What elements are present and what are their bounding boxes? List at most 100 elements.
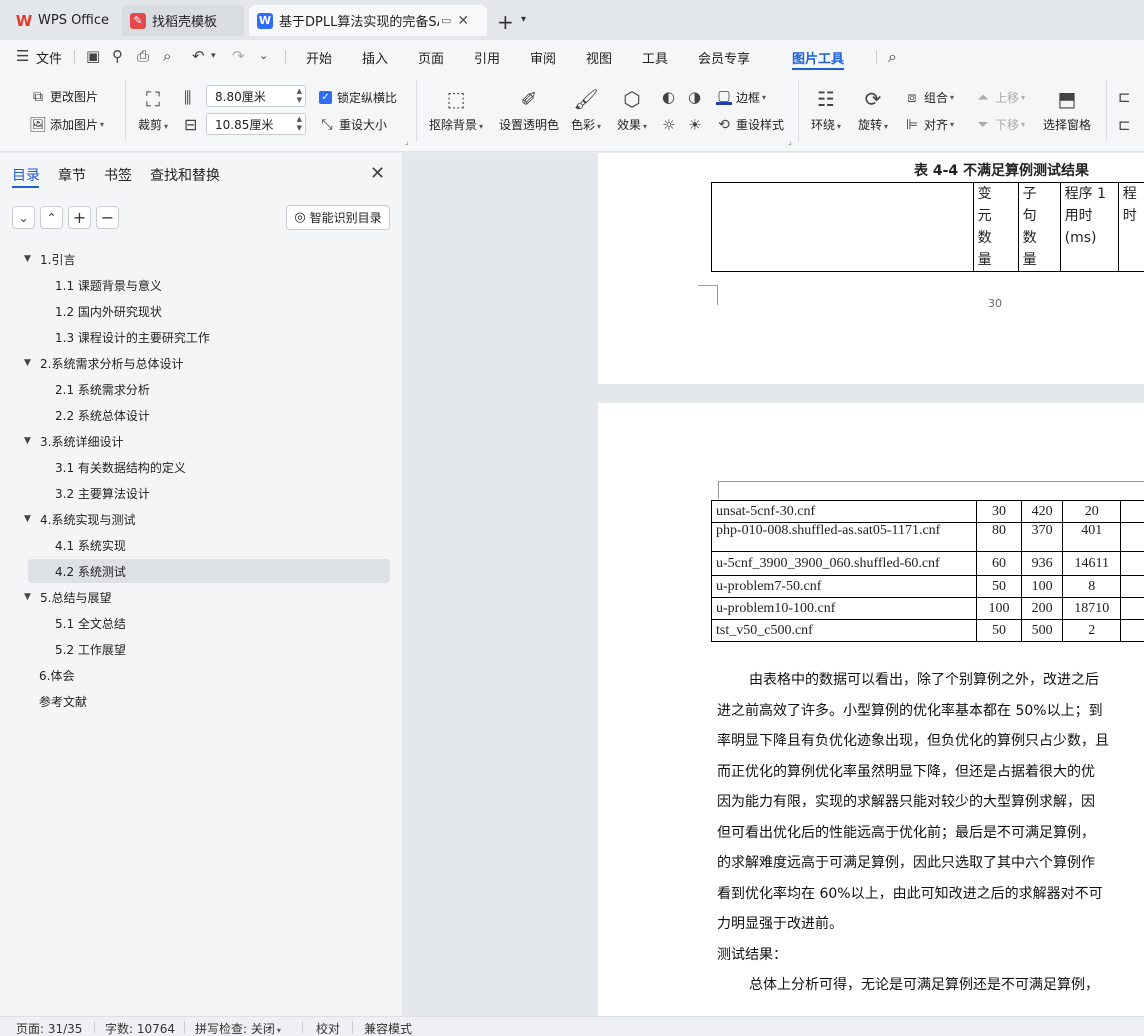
smart-toc-button[interactable]: ◎ 智能识别目录: [286, 205, 390, 230]
toc-item[interactable]: 1.3 课程设计的主要研究工作: [0, 325, 403, 349]
toc-item[interactable]: ▼ 4.系统实现与测试: [0, 507, 403, 531]
toc-item[interactable]: 2.1 系统需求分析: [0, 377, 403, 401]
toc-item[interactable]: 3.1 有关数据结构的定义: [0, 455, 403, 479]
save-icon[interactable]: ▣: [86, 47, 100, 65]
close-tab-icon[interactable]: ✕: [457, 13, 469, 29]
menu-references[interactable]: 引用: [474, 48, 500, 67]
toc-item-label: 1.1 课题背景与意义: [55, 278, 162, 293]
chevron-down-icon[interactable]: ▾: [211, 51, 216, 61]
chevron-down-icon[interactable]: ⌄: [259, 49, 268, 62]
brightness-down-icon[interactable]: ☀: [688, 116, 701, 134]
group-button[interactable]: ⧈ 组合 ▾: [904, 89, 954, 106]
lock-ratio-checkbox[interactable]: ✓ 锁定纵横比: [319, 89, 397, 106]
more-tools-icon[interactable]: ⊏: [1118, 88, 1131, 106]
title-bar: W WPS Office ✎ 找稻壳模板 W 基于DPLL算法实现的完备SAT …: [0, 0, 1144, 40]
menu-page[interactable]: 页面: [418, 48, 444, 67]
proofread-button[interactable]: 校对: [316, 1020, 340, 1036]
expand-triangle-icon[interactable]: ▼: [24, 254, 34, 264]
spinner-arrows-icon[interactable]: ▲ ▼: [297, 87, 302, 105]
color-button[interactable]: 🖌 色彩 ▾: [571, 86, 601, 133]
toc-item[interactable]: 4.1 系统实现: [0, 533, 403, 557]
wrap-text-icon: ☷: [817, 87, 835, 111]
chevron-down-icon[interactable]: ▾: [521, 14, 526, 25]
remove-heading-button[interactable]: −: [96, 206, 119, 229]
search-icon[interactable]: ⌕: [888, 47, 897, 67]
width-input[interactable]: 8.80厘米 ▲ ▼: [206, 85, 306, 107]
contrast-up-icon[interactable]: ◐: [662, 88, 675, 106]
toc-item[interactable]: 3.2 主要算法设计: [0, 481, 403, 505]
expand-group-icon[interactable]: ⌟: [405, 137, 409, 146]
word-count[interactable]: 字数: 10764: [105, 1020, 175, 1036]
toc-item[interactable]: 5.1 全文总结: [0, 611, 403, 635]
toc-item[interactable]: ▼ 5.总结与展望: [0, 585, 403, 609]
set-transparent-button[interactable]: ✐ 设置透明色: [499, 86, 559, 133]
tab-bookmarks[interactable]: 书签: [104, 165, 132, 185]
height-input[interactable]: 10.85厘米 ▲ ▼: [206, 113, 306, 135]
toc-item[interactable]: ▼ 1.引言: [0, 247, 403, 271]
chevron-up-icon: ⌃: [46, 210, 57, 225]
expand-triangle-icon[interactable]: ▼: [24, 436, 34, 446]
menu-member[interactable]: 会员专享: [698, 48, 750, 67]
toc-item[interactable]: 2.2 系统总体设计: [0, 403, 403, 427]
add-image-button[interactable]: 🖼 添加图片 ▾: [29, 116, 104, 133]
remove-background-button[interactable]: ⬚ 抠除背景 ▾: [429, 86, 483, 133]
move-up-button[interactable]: ⏶ 上移 ▾: [975, 89, 1025, 106]
menu-view[interactable]: 视图: [586, 48, 612, 67]
menu-review[interactable]: 审阅: [530, 48, 556, 67]
menu-home[interactable]: 开始: [306, 48, 332, 67]
print-preview-icon[interactable]: ⌕: [163, 47, 171, 65]
new-tab-button[interactable]: +: [497, 10, 514, 34]
expand-triangle-icon[interactable]: ▼: [24, 358, 34, 368]
wrap-button[interactable]: ☷ 环绕 ▾: [811, 86, 841, 133]
expand-group-icon[interactable]: ⌟: [788, 137, 792, 146]
toc-item[interactable]: 6.体会: [0, 663, 403, 687]
reset-style-button[interactable]: ⟲ 重设样式: [716, 116, 784, 133]
toc-item-label: 1.2 国内外研究现状: [55, 304, 162, 319]
spinner-arrows-icon[interactable]: ▲ ▼: [297, 115, 302, 133]
effect-button[interactable]: ⬡ 效果 ▾: [617, 86, 647, 133]
close-icon[interactable]: ✕: [370, 163, 385, 184]
crop-button[interactable]: ⛶ 裁剪 ▾: [138, 86, 168, 133]
spell-check-toggle[interactable]: 拼写检查: 关闭 ▾: [195, 1020, 281, 1036]
border-button[interactable]: ▢ 边框 ▾: [716, 88, 766, 106]
menu-tools[interactable]: 工具: [642, 48, 668, 67]
reset-size-button[interactable]: ⤡ 重设大小: [319, 116, 387, 133]
redo-icon[interactable]: ↷: [232, 47, 245, 65]
brightness-up-icon[interactable]: ☼: [662, 116, 675, 134]
move-down-button[interactable]: ⏷ 下移 ▾: [975, 116, 1025, 133]
toc-item[interactable]: 5.2 工作展望: [0, 637, 403, 661]
collapse-button[interactable]: ⌄: [12, 206, 35, 229]
align-button[interactable]: ⊫ 对齐 ▾: [904, 116, 954, 133]
print-icon[interactable]: ⎙: [137, 47, 149, 65]
toc-item[interactable]: ▼ 2.系统需求分析与总体设计: [0, 351, 403, 375]
menu-picture-tools[interactable]: 图片工具: [792, 48, 844, 67]
change-image-button[interactable]: ⧉ 更改图片: [30, 88, 98, 105]
more-tools-icon[interactable]: ⊏: [1118, 116, 1131, 134]
toc-item[interactable]: 4.2 系统测试: [28, 559, 390, 583]
toc-item[interactable]: 1.1 课题背景与意义: [0, 273, 403, 297]
share-icon[interactable]: ⚲: [112, 47, 123, 65]
selection-pane-button[interactable]: ⬒ 选择窗格: [1043, 86, 1091, 133]
expand-button[interactable]: ⌃: [40, 206, 63, 229]
tab-find-replace[interactable]: 查找和替换: [150, 165, 220, 185]
toc-item[interactable]: 1.2 国内外研究现状: [0, 299, 403, 323]
menu-insert[interactable]: 插入: [362, 48, 388, 67]
tab-sections[interactable]: 章节: [58, 165, 86, 185]
undo-icon[interactable]: ↶: [192, 47, 205, 65]
table-cell: 200: [1020, 597, 1064, 620]
tab-docer-templates[interactable]: ✎ 找稻壳模板: [122, 5, 244, 36]
page-indicator[interactable]: 页面: 31/35: [16, 1020, 82, 1036]
toc-item[interactable]: 参考文献: [0, 689, 403, 713]
tab-toc[interactable]: 目录: [12, 165, 40, 185]
expand-triangle-icon[interactable]: ▼: [24, 514, 34, 524]
rotate-button[interactable]: ⟳ 旋转 ▾: [858, 86, 888, 133]
document-canvas[interactable]: 表 4-4 不满足算例测试结果 变元数量 子句数量 程序 1 用时 (ms) 程时 …: [404, 153, 1144, 1016]
expand-triangle-icon[interactable]: ▼: [24, 592, 34, 602]
add-heading-button[interactable]: +: [68, 206, 91, 229]
tab-wps-office[interactable]: W WPS Office: [8, 5, 116, 36]
toc-item[interactable]: ▼ 3.系统详细设计: [0, 429, 403, 453]
hamburger-icon[interactable]: ☰: [16, 47, 29, 65]
tab-document[interactable]: W 基于DPLL算法实现的完备SAT ▭ ✕: [249, 5, 487, 36]
menu-file[interactable]: 文件: [36, 48, 62, 67]
contrast-down-icon[interactable]: ◑: [688, 88, 701, 106]
